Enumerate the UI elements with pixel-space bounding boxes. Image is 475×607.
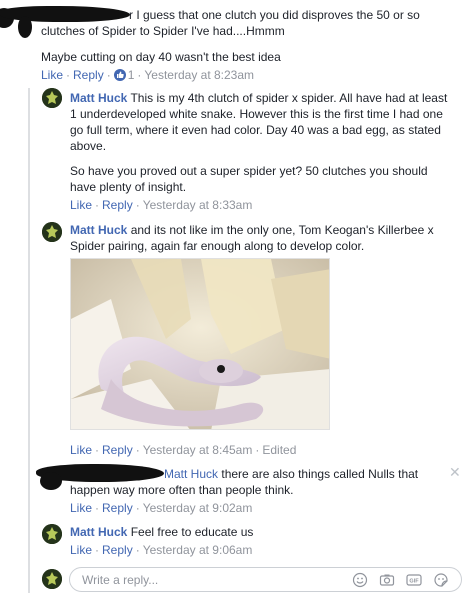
- comment-actions: Like · Reply · Yesterday at 8:45am · Edited: [70, 443, 297, 457]
- timestamp[interactable]: Yesterday at 9:06am: [143, 543, 253, 557]
- camera-icon[interactable]: [379, 572, 395, 588]
- comment-text: Matt Huck This is my 4th clutch of spide…: [70, 91, 448, 153]
- emoji-icon[interactable]: [352, 572, 368, 588]
- comment-text: So have you proved out a super spider ye…: [70, 164, 428, 194]
- like-link[interactable]: Like: [70, 543, 92, 557]
- redaction-scribble: [40, 472, 62, 490]
- reply-link[interactable]: Reply: [102, 443, 133, 457]
- redaction-scribble: [18, 16, 32, 38]
- timestamp[interactable]: Yesterday at 8:23am: [144, 68, 254, 82]
- like-link[interactable]: Like: [70, 501, 92, 515]
- close-icon[interactable]: ✕: [449, 464, 461, 481]
- reply-input[interactable]: [82, 573, 342, 587]
- comment-actions: Like · Reply · Yesterday at 9:02am: [70, 501, 253, 515]
- reply-link[interactable]: Reply: [102, 501, 133, 515]
- like-link[interactable]: Like: [41, 68, 63, 82]
- like-link[interactable]: Like: [70, 198, 92, 212]
- gif-icon[interactable]: GIF: [406, 572, 422, 588]
- author-name[interactable]: Matt Huck: [70, 525, 127, 539]
- avatar[interactable]: [42, 569, 62, 589]
- comment-actions: Like · Reply · 1 · Yesterday at 8:23am: [41, 68, 255, 82]
- comment-text: Matt Huck and its not like im the only o…: [70, 223, 434, 253]
- reply-link[interactable]: Reply: [73, 68, 104, 82]
- comment-text: Matt Huck Feel free to educate us: [70, 525, 254, 539]
- like-reaction-icon: [113, 69, 126, 81]
- timestamp[interactable]: Yesterday at 8:45am: [143, 443, 253, 457]
- tagged-user[interactable]: Matt Huck: [164, 467, 218, 481]
- edited-label[interactable]: Edited: [262, 443, 296, 457]
- sticker-icon[interactable]: [433, 572, 449, 588]
- comment-photo[interactable]: [70, 258, 330, 430]
- author-name[interactable]: Matt Huck: [70, 223, 127, 237]
- timestamp[interactable]: Yesterday at 9:02am: [143, 501, 253, 515]
- thread-line: [28, 88, 30, 593]
- timestamp[interactable]: Yesterday at 8:33am: [143, 198, 253, 212]
- like-link[interactable]: Like: [70, 443, 92, 457]
- comment-text: Maybe cutting on day 40 wasn't the best …: [41, 50, 281, 64]
- reply-link[interactable]: Reply: [102, 543, 133, 557]
- reply-box[interactable]: GIF: [69, 567, 462, 592]
- svg-text:GIF: GIF: [409, 579, 419, 585]
- comment-text: Matt Huck there are also things called N…: [70, 467, 419, 497]
- comment-actions: Like · Reply · Yesterday at 9:06am: [70, 543, 253, 557]
- author-name[interactable]: Matt Huck: [70, 91, 127, 105]
- avatar[interactable]: [42, 222, 62, 242]
- comment-text: r I guess that one clutch you did dispro…: [41, 8, 420, 38]
- avatar[interactable]: [42, 88, 62, 108]
- comment-actions: Like · Reply · Yesterday at 8:33am: [70, 198, 253, 212]
- reply-link[interactable]: Reply: [102, 198, 133, 212]
- avatar[interactable]: [42, 524, 62, 544]
